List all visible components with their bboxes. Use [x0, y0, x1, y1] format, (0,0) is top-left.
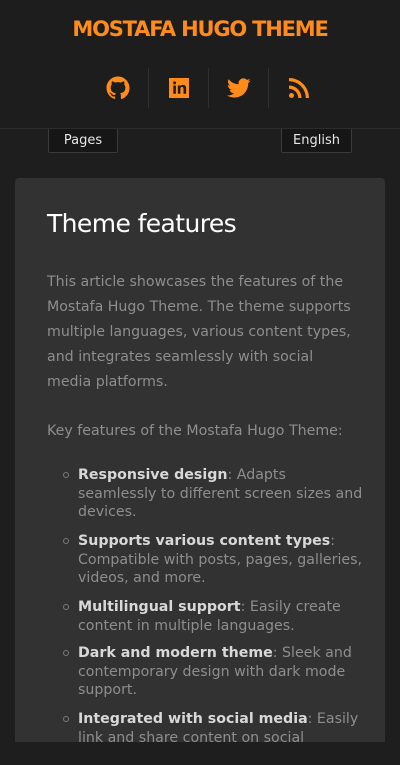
list-item: Dark and modern theme: Sleek and contemp…	[63, 644, 368, 700]
bullet-icon	[63, 650, 69, 656]
github-link[interactable]	[88, 68, 148, 108]
list-item: Multilingual support: Easily create cont…	[63, 598, 368, 635]
bottom-bar	[0, 742, 400, 765]
twitter-icon	[226, 78, 251, 98]
bullet-icon	[63, 604, 69, 610]
feature-name: Dark and modern theme	[78, 645, 273, 661]
site-header: MOSTAFA HUGO THEME	[0, 0, 400, 129]
site-title-link[interactable]: MOSTAFA HUGO THEME	[0, 17, 400, 41]
rss-icon	[288, 78, 309, 98]
rss-link[interactable]	[268, 68, 328, 108]
pages-menu-button[interactable]: Pages	[48, 129, 118, 153]
github-icon	[106, 76, 130, 100]
bullet-icon	[63, 716, 69, 722]
twitter-link[interactable]	[208, 68, 268, 108]
social-links	[88, 68, 328, 108]
language-menu-button[interactable]: English	[281, 129, 352, 153]
list-item: Supports various content types: Compatib…	[63, 532, 368, 588]
feature-name: Supports various content types	[78, 533, 331, 549]
feature-name: Integrated with social media	[78, 711, 308, 727]
bullet-icon	[63, 472, 69, 478]
bullet-icon	[63, 538, 69, 544]
key-features-intro: Key features of the Mostafa Hugo Theme:	[47, 423, 343, 439]
page: MOSTAFA HUGO THEME Pages English Theme f…	[0, 0, 400, 765]
article-card: Theme features This article showcases th…	[15, 178, 385, 765]
linkedin-icon	[168, 78, 189, 98]
feature-name: Multilingual support	[78, 599, 241, 615]
article-intro: This article showcases the features of t…	[47, 274, 351, 390]
feature-name: Responsive design	[78, 467, 228, 483]
list-item: Responsive design: Adapts seamlessly to …	[63, 466, 368, 522]
linkedin-link[interactable]	[148, 68, 208, 108]
article-title: Theme features	[47, 209, 237, 238]
